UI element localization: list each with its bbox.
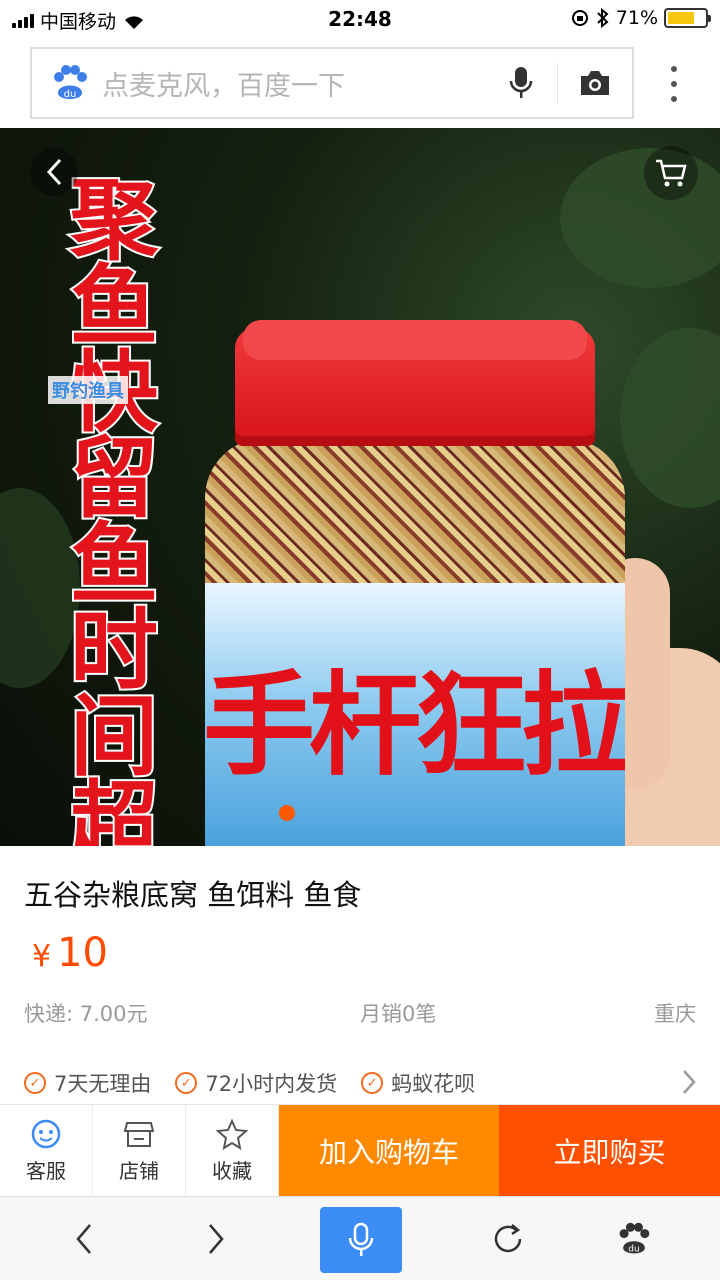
- price-value: 10: [57, 930, 108, 976]
- search-input[interactable]: 点麦克风，百度一下: [102, 64, 497, 103]
- chevron-left-icon: [46, 158, 62, 186]
- jar-lid: [235, 320, 595, 446]
- promo-char: 聚: [68, 169, 160, 272]
- promo-char: 鱼: [68, 513, 160, 616]
- star-icon: [216, 1118, 248, 1150]
- product-image[interactable]: 手杆狂拉 聚鱼快留鱼时间超长 野钓渔具: [0, 128, 720, 846]
- baidu-paw-icon: du: [619, 1222, 650, 1255]
- shop-button[interactable]: 店铺: [93, 1105, 186, 1196]
- promo-char: 鱼: [68, 255, 160, 358]
- divider: [557, 63, 558, 103]
- status-bar: 中国移动 22:48 71%: [0, 0, 720, 38]
- baidu-paw-icon[interactable]: du: [50, 63, 90, 103]
- service-item: ✓ 7天无理由: [24, 1068, 151, 1098]
- battery-icon: [664, 8, 711, 28]
- forward-nav-button[interactable]: [176, 1197, 256, 1281]
- camera-icon[interactable]: [570, 69, 620, 97]
- bait-jar: 手杆狂拉: [200, 320, 630, 846]
- battery-percent: 71%: [615, 7, 658, 29]
- cart-icon: [656, 159, 687, 187]
- product-price: ¥ 10: [32, 930, 108, 976]
- svg-text:du: du: [64, 89, 77, 100]
- voice-search-button[interactable]: [320, 1207, 402, 1273]
- check-circle-icon: ✓: [361, 1072, 384, 1094]
- microphone-icon[interactable]: [497, 66, 545, 100]
- chat-face-icon: [31, 1119, 61, 1149]
- action-bar: 客服 店铺 收藏 加入购物车 立即购买: [0, 1104, 720, 1196]
- svg-text:du: du: [628, 1245, 639, 1255]
- cart-button[interactable]: [644, 146, 698, 200]
- chevron-left-icon: [76, 1224, 91, 1254]
- shipping-location: 重庆: [654, 1002, 696, 1026]
- jar-label: 手杆狂拉: [205, 583, 625, 846]
- microphone-icon: [348, 1222, 374, 1256]
- chevron-right-icon: [209, 1224, 224, 1254]
- promo-char: 间: [68, 685, 160, 788]
- check-circle-icon: ✓: [24, 1072, 46, 1094]
- refresh-button[interactable]: [468, 1197, 548, 1281]
- service-item: ✓ 蚂蚁花呗: [361, 1068, 475, 1098]
- baidu-home-button[interactable]: du: [594, 1197, 674, 1281]
- promo-char: 时: [68, 599, 160, 702]
- monthly-sales: 月销0笔: [360, 1002, 437, 1026]
- more-menu-icon[interactable]: [660, 62, 688, 106]
- promo-vertical-text: 聚鱼快留鱼时间超长: [54, 169, 174, 847]
- buy-now-button[interactable]: 立即购买: [499, 1105, 720, 1196]
- currency-symbol: ¥: [32, 939, 52, 974]
- rotation-lock-icon: [571, 10, 588, 26]
- promo-char: 超: [68, 771, 160, 847]
- shop-icon: [123, 1122, 155, 1147]
- promo-char: 留: [68, 427, 160, 530]
- bluetooth-icon: [597, 8, 609, 28]
- add-to-cart-button[interactable]: 加入购物车: [279, 1105, 499, 1196]
- carousel-indicator[interactable]: [279, 805, 295, 821]
- brand-tag: 野钓渔具: [48, 376, 128, 404]
- customer-service-button[interactable]: 客服: [0, 1105, 93, 1196]
- browser-toolbar: du: [0, 1196, 720, 1280]
- product-title: 五谷杂粮底窝 鱼饵料 鱼食: [24, 878, 362, 912]
- shipping-fee: 快递: 7.00元: [24, 1002, 148, 1026]
- check-circle-icon: ✓: [175, 1072, 198, 1094]
- search-bar[interactable]: du 点麦克风，百度一下: [30, 47, 634, 119]
- back-nav-button[interactable]: [44, 1197, 124, 1281]
- service-item: ✓ 72小时内发货: [175, 1068, 337, 1098]
- favorite-button[interactable]: 收藏: [186, 1105, 279, 1196]
- refresh-icon: [494, 1224, 522, 1253]
- service-guarantees[interactable]: ✓ 7天无理由 ✓ 72小时内发货 ✓ 蚂蚁花呗: [0, 1060, 720, 1106]
- back-button[interactable]: [30, 148, 78, 196]
- chevron-right-icon[interactable]: [680, 1068, 698, 1096]
